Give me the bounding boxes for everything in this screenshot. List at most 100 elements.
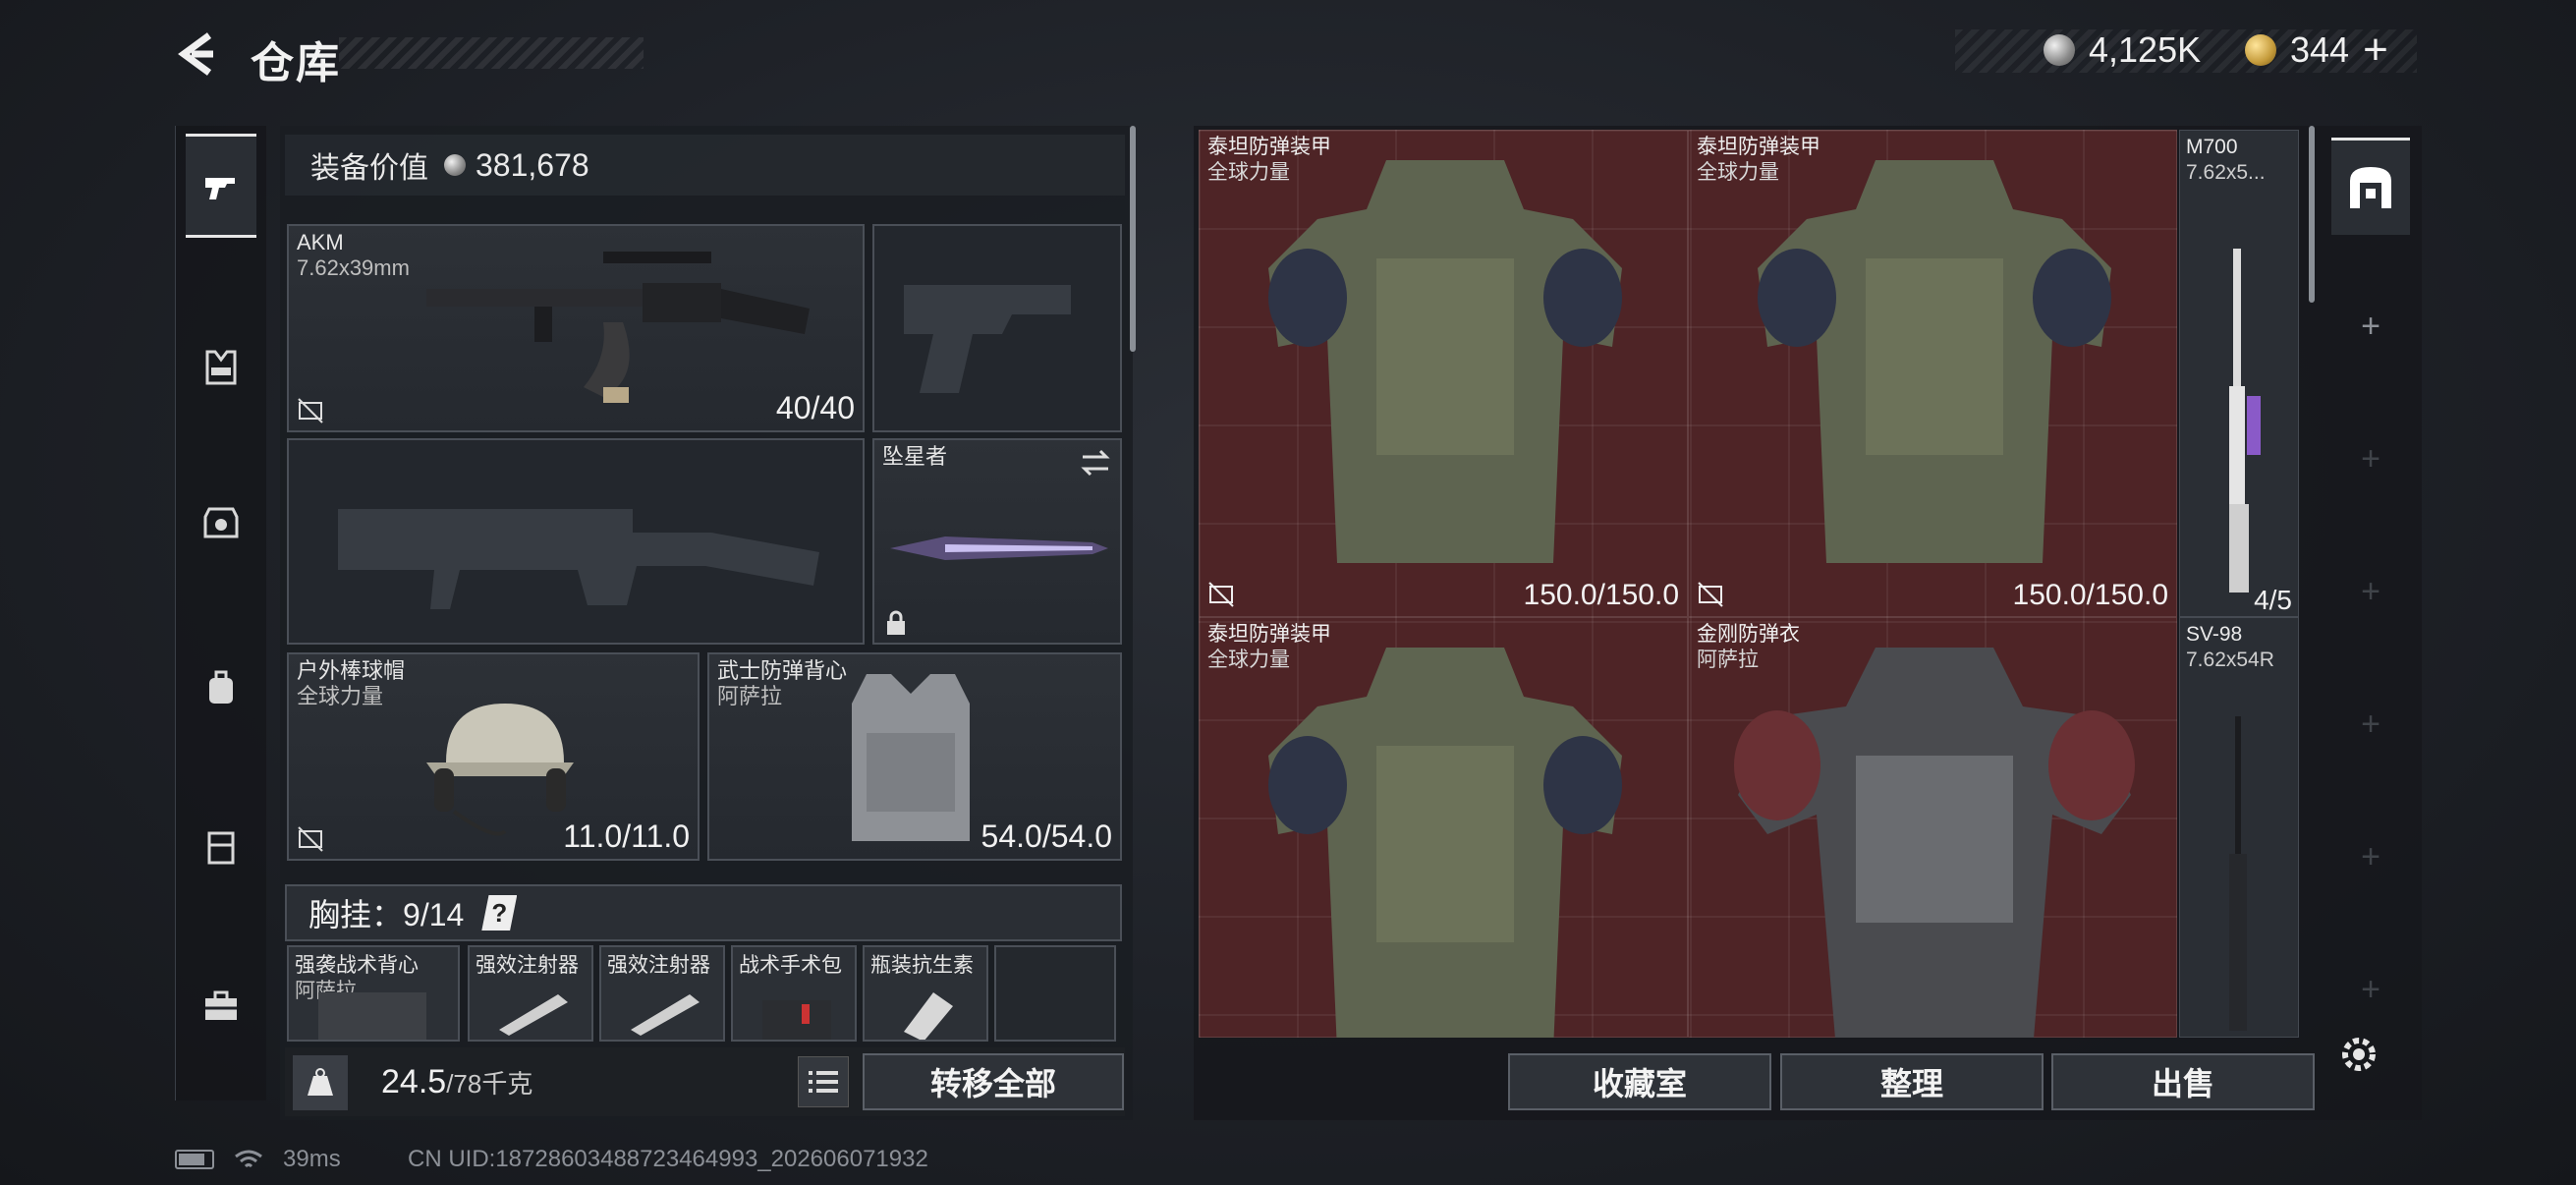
nav-weapons[interactable] — [186, 134, 256, 238]
no-insure-icon — [298, 398, 323, 423]
king-kong-armor-image — [1734, 648, 2135, 1038]
case-icon — [207, 831, 235, 865]
back-arrow-icon[interactable] — [172, 29, 221, 79]
storage-tab-add[interactable]: + — [2331, 267, 2410, 385]
storage-tabs: + + + + + + — [2324, 130, 2418, 1112]
weapon-ammo: 7.62x39mm — [297, 255, 410, 280]
armor-slot[interactable]: 武士防弹背心 阿萨拉 54.0/54.0 — [707, 652, 1122, 861]
equipment-value-amount: 381,678 — [476, 146, 589, 183]
user-uid: CN UID:18728603488723464993_202606071932 — [408, 1146, 928, 1172]
storage-item[interactable]: 泰坦防弹装甲 全球力量 150.0/150.0 — [1688, 130, 2177, 617]
no-insure-icon — [1208, 582, 1234, 607]
silver-coin-icon — [444, 154, 466, 176]
storage-item[interactable]: 金刚防弹衣 阿萨拉 — [1688, 617, 2177, 1038]
plus-icon: + — [2361, 572, 2380, 610]
organize-button[interactable]: 整理 — [1780, 1053, 2044, 1110]
status-bar: 39ms — [175, 1146, 341, 1173]
battery-icon — [175, 1150, 214, 1169]
nav-toolbox[interactable] — [186, 971, 256, 1042]
melee-slot[interactable]: 坠星者 — [872, 438, 1122, 645]
chest-rig-label: 胸挂：9/14 — [308, 897, 465, 932]
storage-tab-locked[interactable]: + — [2331, 931, 2410, 1048]
list-icon — [809, 1071, 838, 1093]
sell-button[interactable]: 出售 — [2051, 1053, 2315, 1110]
titan-armor-image — [1268, 648, 1622, 1038]
chest-rig-capacity: 9/14 — [403, 897, 465, 932]
lock-icon — [887, 610, 905, 635]
helmet-brand: 全球力量 — [297, 684, 384, 708]
swap-icon[interactable] — [1079, 448, 1112, 478]
storage-tab-locked[interactable]: + — [2331, 533, 2410, 650]
add-currency-button[interactable]: + — [2363, 28, 2388, 72]
storage-item[interactable]: 泰坦防弹装甲 全球力量 — [1199, 617, 1688, 1038]
backpack-icon — [209, 670, 233, 704]
chest-item[interactable]: 战术手术包 — [731, 945, 857, 1042]
item-name: 瓶装抗生素 — [870, 954, 974, 977]
storage-tab-locked[interactable]: + — [2331, 665, 2410, 783]
title-decoration — [339, 37, 644, 69]
loadout-scrollbar[interactable] — [1130, 126, 1136, 352]
storage-scrollbar[interactable] — [2309, 126, 2315, 303]
help-button[interactable]: ? — [481, 895, 518, 931]
toolbox-icon — [205, 990, 237, 1020]
chest-item[interactable]: 强效注射器 — [599, 945, 725, 1042]
weight-current: 24.5 — [381, 1063, 447, 1100]
pistol-slot[interactable] — [872, 224, 1122, 432]
surgery-kit-image — [762, 1000, 831, 1040]
collection-room-button[interactable]: 收藏室 — [1508, 1053, 1771, 1110]
nav-armor[interactable] — [186, 487, 256, 558]
pistol-icon — [205, 178, 235, 199]
nav-case[interactable] — [186, 812, 256, 882]
weight-icon — [293, 1055, 348, 1110]
chest-slot-empty[interactable] — [994, 945, 1116, 1042]
sv98-rifle-image — [2229, 716, 2247, 1031]
transfer-all-button[interactable]: 转移全部 — [863, 1053, 1124, 1110]
helmet-slot[interactable]: 户外棒球帽 全球力量 11.0/11.0 — [287, 652, 700, 861]
storage-column: M700 7.62x5... 4/5 SV-98 7.62x54R — [2179, 130, 2299, 1038]
storage-tab-locked[interactable]: + — [2331, 798, 2410, 916]
samurai-vest-image — [852, 674, 970, 841]
secondary-weapon-slot[interactable] — [287, 438, 865, 645]
storage-tab-locked[interactable]: + — [2331, 400, 2410, 518]
armor-brand: 阿萨拉 — [717, 684, 783, 708]
weapon-name: AKM — [297, 230, 344, 254]
storage-item-sv98[interactable]: SV-98 7.62x54R — [2179, 617, 2299, 1038]
stack-count: 4/5 — [2254, 585, 2292, 615]
silver-currency: 4,125K — [2044, 28, 2201, 73]
wifi-icon — [235, 1150, 262, 1168]
item-ammo: 7.62x54R — [2186, 649, 2274, 671]
settings-gear-icon[interactable] — [2336, 1032, 2381, 1077]
nav-backpack[interactable] — [186, 652, 256, 723]
equipment-value-row: 装备价值 381,678 — [285, 135, 1125, 196]
kg-weight-icon — [308, 1068, 333, 1096]
item-name: 强效注射器 — [607, 954, 710, 977]
rifle-placeholder-icon — [338, 509, 819, 609]
category-sidebar — [175, 126, 266, 1100]
page-title: 仓库 — [251, 39, 341, 87]
storage-item-m700[interactable]: M700 7.62x5... 4/5 — [2179, 130, 2299, 617]
chest-item[interactable]: 强袭战术背心 阿萨拉 — [287, 945, 460, 1042]
ping-value: 39ms — [283, 1146, 341, 1172]
titan-armor-image — [1268, 160, 1622, 563]
plus-icon: + — [2361, 837, 2380, 875]
primary-weapon-slot[interactable]: AKM 7.62x39mm 40/40 — [287, 224, 865, 432]
storage-grid: 泰坦防弹装甲 全球力量 150.0/150.0 泰坦防弹装甲 全球力量 150.… — [1199, 130, 2177, 1038]
chest-rig-image — [318, 992, 426, 1040]
chest-item[interactable]: 强效注射器 — [468, 945, 593, 1042]
chest-rig-header: 胸挂：9/14 ? — [285, 884, 1122, 941]
pistol-placeholder-icon — [904, 285, 1071, 393]
storage-tab-main[interactable] — [2331, 138, 2410, 235]
armor-durability: 54.0/54.0 — [980, 818, 1112, 854]
chest-item[interactable]: 瓶装抗生素 — [863, 945, 988, 1042]
list-view-button[interactable] — [798, 1056, 849, 1107]
nav-chest-rig[interactable] — [186, 332, 256, 403]
armor-icon — [203, 507, 239, 538]
storage-item[interactable]: 泰坦防弹装甲 全球力量 150.0/150.0 — [1199, 130, 1688, 617]
m700-rifle-image — [2229, 249, 2261, 592]
equipment-value: 381,678 — [444, 147, 589, 184]
item-durability: 150.0/150.0 — [1523, 579, 1679, 611]
storage-vault-icon — [2350, 167, 2391, 208]
armor-name: 武士防弹背心 — [717, 658, 848, 683]
injector-image — [631, 994, 700, 1036]
equipment-value-label: 装备价值 — [310, 152, 428, 185]
